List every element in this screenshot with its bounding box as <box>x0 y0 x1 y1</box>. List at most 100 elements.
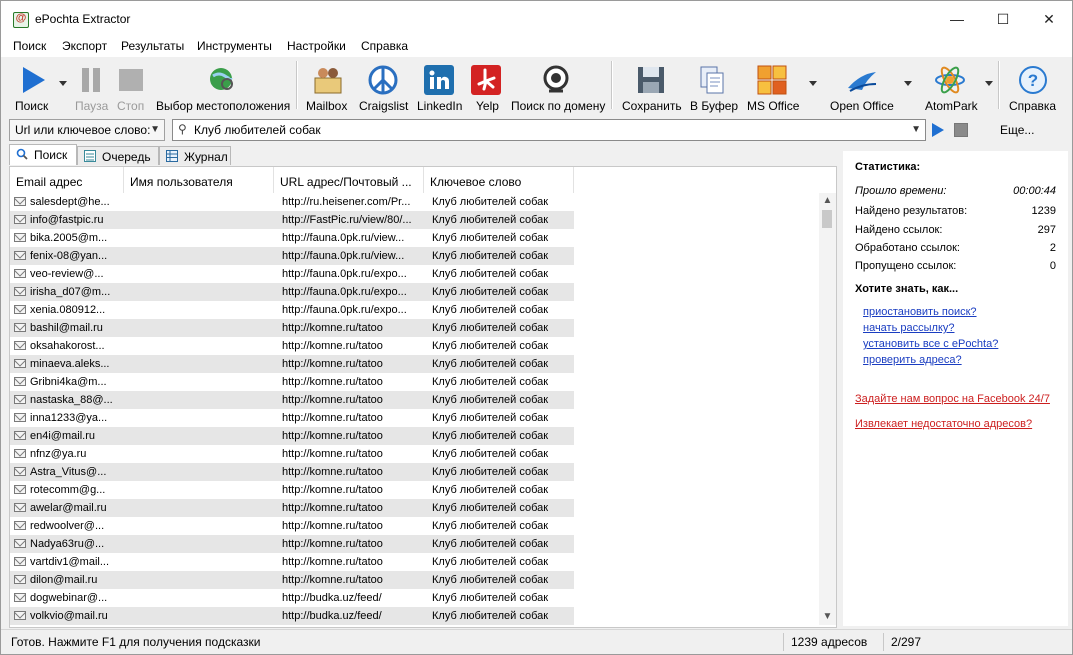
link-verify-addresses[interactable]: проверить адреса? <box>863 354 962 366</box>
table-row[interactable]: oksahakorost... http://komne.ru/tatoo Клуб… <box>10 337 825 355</box>
location-button[interactable]: Выбор местоположения <box>155 61 291 113</box>
status-progress: 2/297 <box>891 635 922 649</box>
email-cell: dogwebinar@... <box>10 589 124 607</box>
table-row[interactable]: Astra_Vitus@... http://komne.ru/tatoo Клуб… <box>10 463 825 481</box>
table-row[interactable]: en4i@mail.ru http://komne.ru/tatoo Клуб лю… <box>10 427 825 445</box>
column-header-email[interactable]: Email адрес <box>10 167 124 193</box>
table-row[interactable]: volkvio@mail.ru http://budka.uz/feed/Клуб… <box>10 607 825 625</box>
username-cell <box>124 265 274 283</box>
url-cell: http://fauna.0pk.ru/view... <box>274 247 424 265</box>
link-start-mailing[interactable]: начать рассылку? <box>863 322 955 334</box>
scroll-down-icon[interactable]: ▼ <box>819 609 836 625</box>
craigslist-button[interactable]: Craigslist <box>357 61 409 113</box>
link-install-all[interactable]: установить все с ePochta? <box>863 338 998 350</box>
envelope-icon <box>14 467 26 476</box>
email-cell: minaeva.aleks... <box>10 355 124 373</box>
keyword-cell: Клуб любителей собак <box>432 340 549 352</box>
table-row[interactable]: salesdept@he... http://ru.heisener.com/Pr… <box>10 193 825 211</box>
column-header-keyword[interactable]: Ключевое слово <box>424 167 574 193</box>
table-row[interactable]: inna1233@ya... http://komne.ru/tatoo Клуб … <box>10 409 825 427</box>
menu-search[interactable]: Поиск <box>13 39 46 53</box>
search-icon <box>16 148 28 160</box>
table-row[interactable]: minaeva.aleks... http://komne.ru/tatoo Клу… <box>10 355 825 373</box>
keyword-cell: Клуб любителей собак <box>432 196 549 208</box>
tab-search[interactable]: Поиск <box>9 144 77 165</box>
envelope-icon <box>14 611 26 620</box>
stop-search-icon[interactable] <box>954 123 968 137</box>
atompark-button[interactable]: AtomPark <box>923 61 978 113</box>
scroll-thumb[interactable] <box>822 210 832 228</box>
table-row[interactable]: nfnz@ya.ru http://komne.ru/tatoo Клуб люби… <box>10 445 825 463</box>
copy-to-clipboard-button[interactable]: В Буфер <box>688 61 738 113</box>
envelope-icon <box>14 449 26 458</box>
mailbox-button[interactable]: Mailbox <box>305 61 351 113</box>
pause-button[interactable]: Пауза <box>73 61 109 113</box>
tab-queue[interactable]: Очередь <box>77 146 159 165</box>
username-cell <box>124 355 274 373</box>
table-row[interactable]: redwoolver@... http://komne.ru/tatoo Клуб … <box>10 517 825 535</box>
link-pause-search[interactable]: приостановить поиск? <box>863 306 977 318</box>
table-row[interactable]: bashil@mail.ru http://komne.ru/tatoo Клуб … <box>10 319 825 337</box>
link-facebook-question[interactable]: Задайте нам вопрос на Facebook 24/7 <box>855 393 1050 405</box>
table-row[interactable]: dogwebinar@... http://budka.uz/feed/Клуб … <box>10 589 825 607</box>
yelp-button[interactable]: Yelp <box>469 61 503 113</box>
link-too-few-addresses[interactable]: Извлекает недостаточно адресов? <box>855 418 1032 430</box>
close-button[interactable]: ✕ <box>1026 1 1072 37</box>
table-row[interactable]: bika.2005@m... http://fauna.0pk.ru/view..… <box>10 229 825 247</box>
start-search-icon[interactable] <box>932 123 944 137</box>
column-header-url[interactable]: URL адрес/Почтовый ... <box>274 167 424 193</box>
url-cell: http://komne.ru/tatoo <box>274 463 424 481</box>
ms-office-dropdown-arrow[interactable] <box>809 81 817 86</box>
url-cell: http://komne.ru/tatoo <box>282 340 383 352</box>
email-cell: volkvio@mail.ru <box>10 607 124 625</box>
search-button[interactable]: Поиск <box>11 61 59 113</box>
menu-help[interactable]: Справка <box>361 39 408 53</box>
menu-export[interactable]: Экспорт <box>62 39 107 53</box>
scroll-up-icon[interactable]: ▲ <box>819 193 836 209</box>
stat-label: Найдено результатов: <box>855 205 968 217</box>
username-cell <box>124 607 274 625</box>
table-row[interactable]: rotecomm@g... http://komne.ru/tatoo Клуб л… <box>10 481 825 499</box>
menu-results[interactable]: Результаты <box>121 39 184 53</box>
table-row[interactable]: veo-review@... http://fauna.0pk.ru/expo..… <box>10 265 825 283</box>
envelope-icon <box>14 539 26 548</box>
query-combobox[interactable]: ⚲ Клуб любителей собак ▼ <box>172 119 926 141</box>
mailbox-people-icon <box>314 68 342 94</box>
table-row[interactable]: dilon@mail.ru http://komne.ru/tatoo Клуб л… <box>10 571 825 589</box>
tab-log[interactable]: Журнал <box>159 146 231 165</box>
maximize-button[interactable]: ☐ <box>980 1 1026 37</box>
keyword-cell: Клуб любителей собак <box>432 592 549 604</box>
table-row[interactable]: fenix-08@yan... http://fauna.0pk.ru/view.… <box>10 247 825 265</box>
vertical-scrollbar[interactable]: ▲ ▼ <box>819 193 836 625</box>
username-cell <box>124 193 274 211</box>
table-row[interactable]: nastaska_88@... http://komne.ru/tatoo Клуб… <box>10 391 825 409</box>
menu-settings[interactable]: Настройки <box>287 39 346 53</box>
stop-button[interactable]: Стоп <box>115 61 147 113</box>
table-row[interactable]: info@fastpic.ru http://FastPic.ru/view/80… <box>10 211 825 229</box>
table-row[interactable]: irisha_d07@m... http://fauna.0pk.ru/expo.… <box>10 283 825 301</box>
help-button[interactable]: ? Справка <box>1007 61 1059 113</box>
atompark-dropdown-arrow[interactable] <box>985 81 993 86</box>
email-cell: oksahakorost... <box>10 337 124 355</box>
search-mode-select[interactable]: Url или ключевое слово: ▼ <box>9 119 165 141</box>
open-office-dropdown-arrow[interactable] <box>904 81 912 86</box>
ms-office-button[interactable]: MS Office <box>745 61 801 113</box>
linkedin-button[interactable]: LinkedIn <box>415 61 465 113</box>
search-dropdown-arrow[interactable] <box>59 81 67 86</box>
table-row[interactable]: xenia.080912... http://fauna.0pk.ru/expo.… <box>10 301 825 319</box>
floppy-icon <box>638 67 664 93</box>
menu-tools[interactable]: Инструменты <box>197 39 272 53</box>
email-cell: nfnz@ya.ru <box>10 445 124 463</box>
open-office-button[interactable]: Open Office <box>828 61 896 113</box>
save-button[interactable]: Сохранить <box>620 61 682 113</box>
minimize-button[interactable]: — <box>934 1 980 37</box>
envelope-icon <box>14 377 26 386</box>
table-row[interactable]: awelar@mail.ru http://komne.ru/tatoo Клуб … <box>10 499 825 517</box>
table-row[interactable]: Gribni4ka@m... http://komne.ru/tatoo Клуб … <box>10 373 825 391</box>
domain-search-button[interactable]: Поиск по домену <box>510 61 606 113</box>
table-row[interactable]: Nadya63ru@... http://komne.ru/tatoo Клуб л… <box>10 535 825 553</box>
more-button[interactable]: Еще... <box>1000 123 1034 137</box>
table-row[interactable]: vartdiv1@mail... http://komne.ru/tatoo Клу… <box>10 553 825 571</box>
column-header-username[interactable]: Имя пользователя <box>124 167 274 193</box>
envelope-icon <box>14 557 26 566</box>
